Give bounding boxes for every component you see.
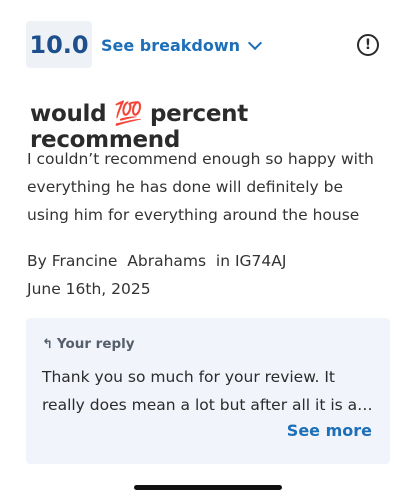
reply-header: ↰ Your reply [42, 334, 135, 354]
reply-text: Thank you so much for your review. It re… [42, 368, 373, 414]
home-indicator [134, 485, 282, 490]
see-breakdown-button[interactable]: See breakdown [101, 33, 263, 57]
review-author: By Francine Abrahams in IG74AJ [27, 252, 287, 270]
info-icon[interactable]: ! [357, 34, 379, 56]
review-meta: By Francine Abrahams in IG74AJ June 16th… [27, 247, 387, 303]
review-body: I couldn’t recommend enough so happy wit… [27, 150, 374, 224]
see-breakdown-label: See breakdown [101, 35, 241, 55]
score-badge: 10.0 [26, 21, 92, 68]
reply-label: Your reply [56, 336, 135, 352]
review-date: June 16th, 2025 [27, 280, 151, 298]
chevron-down-icon [247, 35, 263, 51]
score-value: 10.0 [29, 30, 89, 59]
see-more-link[interactable]: See more [287, 421, 372, 440]
reply-arrow-icon: ↰ [42, 336, 53, 352]
reply-card: ↰ Your reply Thank you so much for your … [26, 318, 390, 464]
